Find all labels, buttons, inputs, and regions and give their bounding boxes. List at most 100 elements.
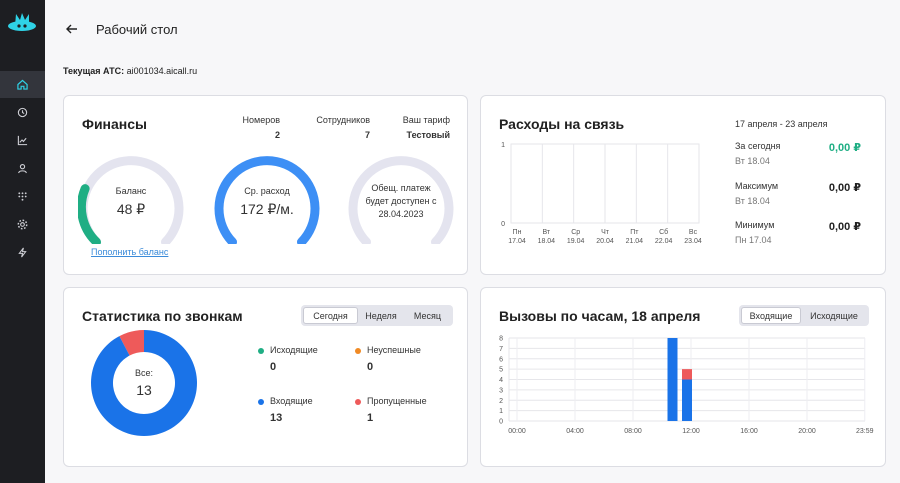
nav-history[interactable] — [0, 99, 45, 126]
max-label: Максимум — [735, 181, 779, 191]
page-title: Рабочий стол — [96, 22, 178, 37]
x-tick-label: 12:00 — [682, 428, 700, 435]
numbers-stat: Номеров 2 — [243, 115, 281, 140]
dialpad-icon — [18, 192, 27, 201]
nav-integrations[interactable] — [0, 239, 45, 266]
nav-settings[interactable] — [0, 211, 45, 238]
back-button[interactable] — [62, 20, 82, 38]
x-tick-label: 16:00 — [740, 428, 758, 435]
x-tick-label: Вт — [543, 229, 551, 236]
x-tick-label: 18.04 — [538, 238, 556, 245]
min-date: Пн 17.04 — [735, 235, 772, 245]
tab-today[interactable]: Сегодня — [303, 307, 358, 324]
arrow-left-icon — [66, 24, 77, 34]
x-tick-label: 20:00 — [798, 428, 816, 435]
logo-icon[interactable] — [7, 10, 37, 38]
calls-by-hour-chart: 0 1 2 3 4 5 6 7 8 00:00 04:00 08:00 12:00 16:00 20:00 2… — [499, 336, 874, 436]
nav-numbers[interactable] — [0, 183, 45, 210]
nav-employees[interactable] — [0, 155, 45, 182]
x-tick-label: 17.04 — [508, 238, 526, 245]
tariff-value: Тестовый — [406, 130, 450, 140]
missed-value: 1 — [367, 412, 374, 424]
incoming-label: Входящие — [270, 396, 313, 406]
ats-value: ai001034.aicall.ru — [126, 66, 198, 76]
sidebar — [0, 0, 45, 483]
x-tick-label: Пн — [513, 229, 522, 236]
legend-missed: Пропущенные 1 — [355, 396, 427, 424]
x-tick-label: 21.04 — [626, 238, 644, 245]
today-date: Вт 18.04 — [735, 156, 770, 166]
promise-line-1: Обещ. платеж — [371, 183, 431, 193]
employees-stat: Сотрудников 7 — [316, 115, 370, 140]
x-tick-label: 04:00 — [566, 428, 584, 435]
nav-analytics[interactable] — [0, 127, 45, 154]
max-value: 0,00 ₽ — [828, 182, 861, 194]
lightning-icon — [18, 247, 27, 258]
legend-outgoing: Исходящие 0 — [258, 345, 318, 373]
chart-icon — [17, 135, 28, 146]
promised-payment-gauge: Обещ. платеж будет доступен с 28.04.2023 — [348, 154, 454, 247]
ats-label: Текущая АТС: — [63, 66, 125, 76]
expense-value: 172 ₽/м. — [240, 201, 294, 217]
today-label: За сегодня — [735, 141, 781, 151]
x-tick-label: 23:59 — [856, 428, 874, 435]
x-tick-label: Вс — [689, 229, 698, 236]
legend-failed: Неуспешные 0 — [355, 345, 421, 373]
tab-month[interactable]: Месяц — [404, 307, 451, 324]
incoming-value: 13 — [270, 412, 283, 424]
x-tick-label: 22.04 — [655, 238, 673, 245]
expenses-card: Расходы на связь 17 апреля - 23 апреля 0… — [480, 95, 886, 275]
expenses-period: 17 апреля - 23 апреля — [735, 119, 828, 129]
call-stats-card: Статистика по звонкам Сегодня Неделя Мес… — [63, 287, 468, 467]
outgoing-value: 0 — [270, 361, 277, 373]
gear-icon — [17, 219, 28, 230]
employees-value: 7 — [364, 130, 370, 140]
min-value: 0,00 ₽ — [828, 221, 861, 233]
x-tick-label: Сб — [659, 228, 668, 236]
home-icon — [17, 79, 28, 90]
calls-by-hour-card: Вызовы по часам, 18 апреля Входящие Исхо… — [480, 287, 886, 467]
topup-balance-link[interactable]: Пополнить баланс — [91, 247, 168, 257]
hour-bar — [682, 369, 692, 380]
numbers-label: Номеров — [242, 115, 281, 125]
failed-label: Неуспешные — [367, 345, 421, 355]
nav-dashboard[interactable] — [0, 71, 45, 98]
tab-incoming[interactable]: Входящие — [741, 307, 801, 324]
y-tick-label: 8 — [499, 336, 503, 343]
call-stats-title: Статистика по звонкам — [82, 308, 243, 324]
expenses-title: Расходы на связь — [499, 116, 625, 132]
max-date: Вт 18.04 — [735, 196, 770, 206]
x-tick-label: Ср — [571, 229, 580, 236]
y-tick-label: 2 — [499, 398, 503, 405]
finance-title: Финансы — [82, 116, 147, 132]
promised-payment-text: Обещ. платеж будет доступен с 28.04.2023 — [348, 182, 454, 221]
balance-label: Баланс — [115, 186, 147, 196]
hour-bar — [682, 379, 692, 421]
history-icon — [17, 107, 28, 118]
legend-incoming: Входящие 13 — [258, 396, 313, 424]
x-tick-label: Чт — [601, 229, 610, 236]
outgoing-dot — [258, 347, 264, 354]
x-tick-label: 20.04 — [596, 238, 614, 245]
tab-week[interactable]: Неделя — [358, 307, 404, 324]
stats-period-tabs: Сегодня Неделя Месяц — [301, 305, 453, 326]
user-icon — [18, 164, 27, 174]
donut-total-value: 13 — [136, 382, 152, 398]
current-ats: Текущая АТС: ai001034.aicall.ru — [63, 66, 197, 76]
incoming-dot — [258, 398, 264, 405]
min-label: Минимум — [735, 220, 775, 230]
tab-outgoing[interactable]: Исходящие — [801, 307, 867, 324]
y-tick-label: 5 — [499, 367, 503, 374]
numbers-value: 2 — [274, 130, 280, 140]
today-value: 0,00 ₽ — [828, 142, 861, 154]
missed-label: Пропущенные — [367, 396, 427, 406]
y-tick-label: 1 — [499, 408, 503, 415]
missed-dot — [355, 398, 361, 405]
y-tick-label: 3 — [499, 387, 503, 394]
x-tick-label: 23.04 — [684, 238, 702, 245]
x-tick-label: 19.04 — [567, 238, 585, 245]
y-tick-label: 4 — [499, 377, 503, 384]
y-tick-label: 0 — [501, 221, 505, 228]
tariff-stat: Ваш тариф Тестовый — [403, 115, 450, 140]
x-tick-label: 00:00 — [508, 428, 526, 435]
